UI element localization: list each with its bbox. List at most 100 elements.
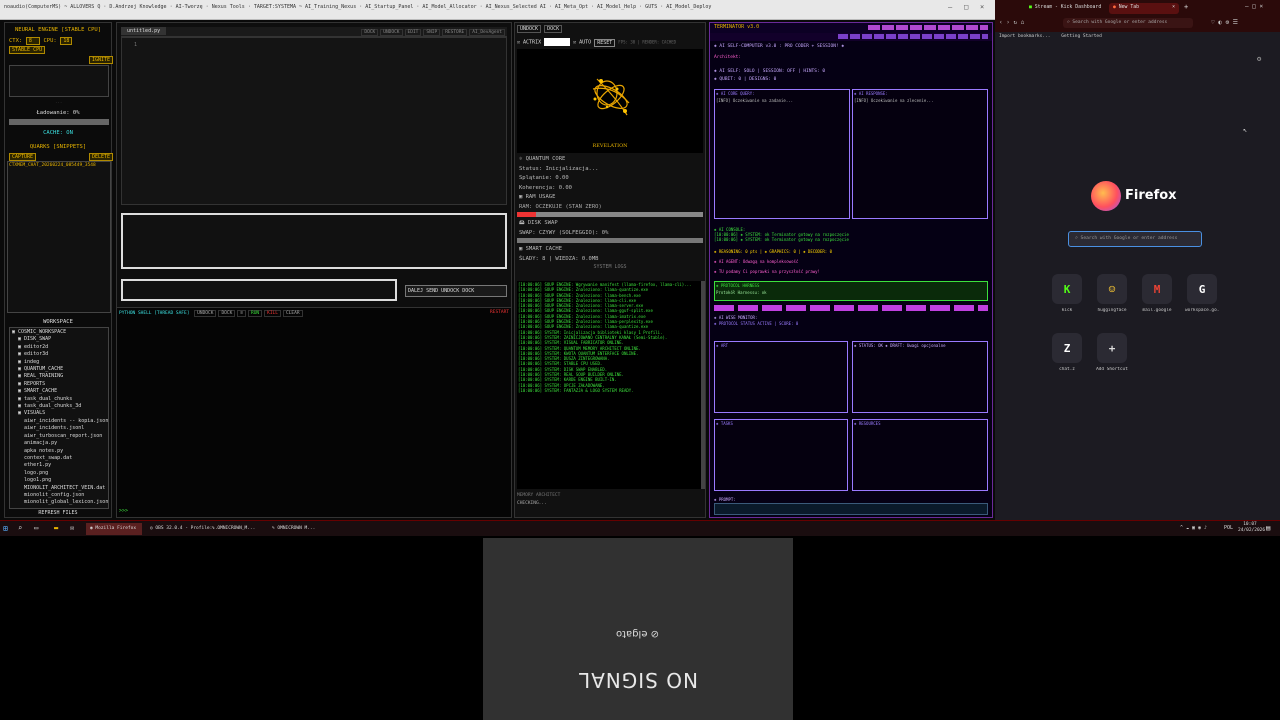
task-view-icon[interactable]: ▭ [34,524,38,532]
nav-buttons[interactable]: ‹ › ↻ ⌂ [999,19,1024,26]
editor-toolbar-button[interactable]: RESTORE [442,29,468,36]
shortcut-tile[interactable]: Kkick [1050,274,1084,313]
clock[interactable]: 10:07 24/02/2026 [1238,522,1265,534]
tree-item[interactable]: ether1.py [12,462,106,469]
tab-kick-dashboard[interactable]: ■ Stream - Kick Dashboard [1025,3,1107,14]
maximize-icon[interactable]: □ [964,3,968,11]
python-shell[interactable]: PYTHON SHELL [THREAD SAFE] UNDOCK DOCK ≡ RU… [117,307,511,517]
tree-item[interactable]: aiwr_incidents -- kopia.jsonl [12,418,108,425]
tree-item[interactable]: animacja.py [12,440,106,447]
tree-item[interactable]: ▣ SMART_CACHE [12,388,106,395]
query-pane[interactable]: ◈ AI CORE QUERY: [INFO] Oczekiwanie na z… [714,89,850,219]
tree-item[interactable]: ▣ DISK_SWAP [12,336,106,343]
workspace-tree[interactable]: ▣ COSMIC_WORKSPACE ▣ DISK_SWAP ▣ editor2… [9,327,109,509]
start-icon[interactable]: ⊞ [3,524,8,533]
bookmark-getting-started[interactable]: Getting Started [1061,34,1102,39]
taskbar-item-omnicrown-2[interactable]: ✎ OMNICROWN M... [268,523,326,535]
capture-button[interactable]: CAPTURE [9,153,37,161]
stable-cpu-chip[interactable]: STABLE CPU [9,46,46,54]
editor-toolbar-button[interactable]: AI_DevAgent [469,29,505,36]
editor-toolbar-button[interactable]: DOCK [361,29,379,36]
ignite-button[interactable]: IGNITE [89,56,114,64]
shortcut-tile[interactable]: ☺ huggingface [1095,274,1129,313]
tree-item[interactable]: ▣ COSMIC_WORKSPACE [12,329,106,336]
tasks-pane[interactable]: ◈ TASKS [714,419,848,491]
quantum-dock-button[interactable]: DOCK [544,25,563,33]
language-indicator[interactable]: POL [1224,525,1233,531]
cpu-input[interactable]: 18 [60,37,73,45]
home-search-input[interactable]: ⌕ Search with Google or enter address [1068,231,1202,247]
shell-button[interactable]: UNDOCK [194,310,217,317]
url-bar[interactable]: ⌕ Search with Google or enter address [1063,18,1193,28]
editor-toolbar-button[interactable]: SNIP [423,29,441,36]
refresh-files-button[interactable]: REFRESH FILES [5,510,111,516]
tree-item[interactable]: ▣ editor2d [12,344,106,351]
shortcut-tile[interactable]: Mmail.google [1140,274,1174,313]
notification-icon[interactable]: ▤ [1266,524,1270,532]
tab-untitled[interactable]: untitled.py [121,27,167,35]
mail-icon[interactable]: ✉ [70,524,74,532]
taskbar-item-firefox[interactable]: ◉ Mozilla Firefox [86,523,142,535]
terminator-toolbar[interactable] [868,25,988,30]
terminator-input[interactable] [714,503,988,515]
ai-output-box[interactable] [121,213,507,269]
terminator-toolbar-2[interactable] [838,34,988,39]
dalej-button[interactable]: DALEJ [408,288,423,294]
resources-pane[interactable]: ◈ RESOURCES [852,419,988,491]
tree-item[interactable]: MIONOLIT_ARCHITECT_VEIN.dat [12,485,106,492]
tree-item[interactable]: aiwr_turboscan_report.json [12,433,106,440]
tree-item[interactable]: context_swap.dat [12,455,106,462]
tree-item[interactable]: ▣ task_dual_chunks_3d [12,403,106,410]
tree-item[interactable]: mionolit_config.json [12,492,106,499]
shortcut-tile[interactable]: + Add Shortcut [1095,333,1129,372]
mode-tabs[interactable] [714,305,988,311]
tree-item[interactable]: logo1.png [12,477,106,484]
shell-button[interactable]: RUN [248,310,263,317]
dock-button[interactable]: DOCK [462,288,474,294]
reset-button[interactable]: RESET [594,38,616,47]
quantum-undock-button[interactable]: UNDOCK [517,25,542,33]
tree-item[interactable]: apka notes.py [12,448,106,455]
editor-toolbar-button[interactable]: EDIT [404,29,422,36]
tree-item[interactable]: aiwr_incidents.jsonl [12,425,106,432]
window-controls[interactable]: – □ × [1245,3,1263,10]
shell-button[interactable]: KILL [264,310,281,317]
tree-item[interactable]: ▣ REAL_TRAINING [12,373,106,380]
tray-icons[interactable]: ^ ☁ ▣ ◉ ♪ [1180,525,1207,531]
send-button[interactable]: SEND [426,288,438,294]
auto-checkbox[interactable]: ☑ [573,40,576,46]
tab-new-tab[interactable]: ● New Tab × [1109,3,1179,14]
shell-button[interactable]: ≡ [237,310,246,317]
ctx-input[interactable]: 8 [25,37,40,45]
actrix-select[interactable] [544,38,571,46]
tree-item[interactable]: ▣ REPORTS [12,381,106,388]
taskbar-item-obs[interactable]: ◎ OBS 32.0.4 - Profile:... [146,523,220,535]
system-logs[interactable]: [10:00:06] SOUP ENGINE: Wgrywanie manife… [517,281,701,489]
snippet-list[interactable]: CTXMEM_CHAT_20260224_085449_3548 [7,161,111,313]
prompt-input[interactable] [121,279,397,301]
new-tab-icon[interactable]: + [1184,3,1188,11]
code-area[interactable]: 1 [121,37,507,205]
taskbar-item-omnicrown-1[interactable]: ✎ OMNICROWN_M... [208,523,266,535]
editor-toolbar-button[interactable]: UNDOCK [380,29,403,36]
settings-gear-icon[interactable]: ⚙ [1257,55,1261,63]
art-pane[interactable]: ◈ ART [714,341,848,413]
actrix-checkbox[interactable]: ☑ [517,40,520,46]
tree-item[interactable]: ▣ indeg [12,359,106,366]
bookmark-import[interactable]: Import bookmarks... [999,34,1050,39]
folder-icon[interactable]: ▬ [54,524,58,532]
tree-item[interactable]: ▣ VISUALS [12,410,106,417]
tree-item[interactable]: mionolit_global_lexicon.json [12,499,108,506]
shortcut-tile[interactable]: Gworkspace.go... [1185,274,1219,313]
shell-button[interactable]: CLEAR [282,310,303,317]
search-icon[interactable]: ⌕ [18,524,22,532]
minimize-icon[interactable]: – [948,3,952,11]
logs-scrollbar[interactable] [701,281,705,489]
tree-item[interactable]: ▣ QUANTUM_CACHE [12,366,106,373]
snippet-item[interactable]: CTXMEM_CHAT_20260224_085449_3548 [8,162,110,169]
response-pane[interactable]: ◈ AI RESPONSE: [INFO] Oczekiwanie na zle… [852,89,988,219]
toolbar-icons[interactable]: ♡ ◐ ⚙ ☰ [1211,19,1238,26]
shortcut-tile[interactable]: Zchat.z [1050,333,1084,372]
tree-item[interactable]: logo.png [12,470,106,477]
tree-item[interactable]: ▣ editor3d [12,351,106,358]
